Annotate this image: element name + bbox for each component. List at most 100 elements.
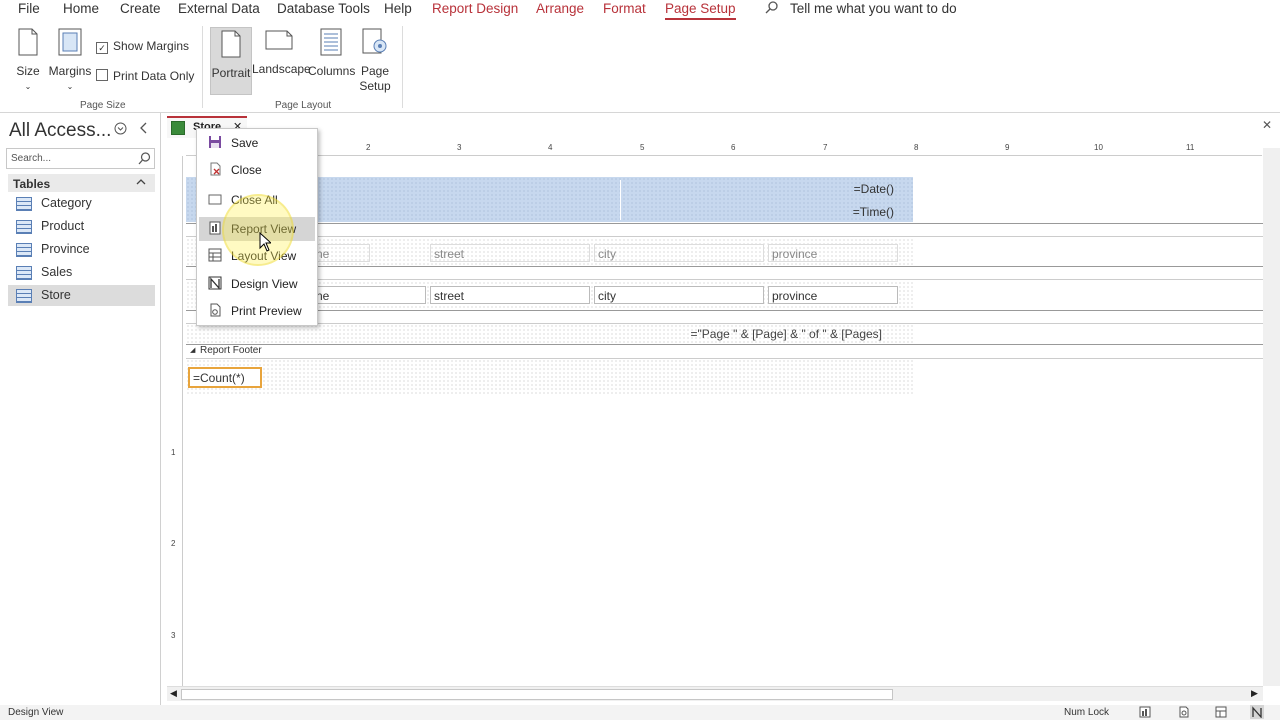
close-document-icon xyxy=(208,162,222,176)
close-document-icon[interactable]: ✕ xyxy=(1262,118,1272,132)
report-view-icon[interactable] xyxy=(1139,706,1151,721)
group-separator xyxy=(402,26,403,108)
province-label[interactable]: province xyxy=(768,244,898,262)
vertical-ruler: 1 2 3 xyxy=(166,156,183,686)
page-setup-button[interactable]: Page Setup xyxy=(356,28,394,94)
page-size-icon xyxy=(14,28,42,60)
table-icon xyxy=(16,197,32,211)
tab-file[interactable]: File xyxy=(18,1,40,16)
design-view-icon[interactable] xyxy=(1250,705,1264,719)
portrait-button[interactable]: Portrait xyxy=(210,27,252,95)
dropdown-circle-icon[interactable] xyxy=(114,122,127,138)
tab-create[interactable]: Create xyxy=(120,1,161,16)
menu-item-design-view[interactable]: Design View xyxy=(199,272,315,296)
page-size-group-label: Page Size xyxy=(80,100,126,111)
size-button[interactable]: Size ⌄ xyxy=(14,28,42,94)
table-icon xyxy=(16,243,32,257)
tab-home[interactable]: Home xyxy=(63,1,99,16)
layout-view-icon xyxy=(208,248,222,262)
report-footer-section-bar[interactable]: ◢ Report Footer xyxy=(186,344,1264,359)
tell-me-box[interactable]: Tell me what you want to do xyxy=(790,1,957,16)
name-textbox[interactable]: ne xyxy=(312,286,426,304)
tab-arrange[interactable]: Arrange xyxy=(536,1,584,16)
navigation-pane: All Access... Search... Tables Category … xyxy=(0,113,161,705)
mouse-pointer-icon xyxy=(259,231,273,255)
horizontal-ruler: 2 3 4 5 6 7 8 9 10 11 xyxy=(186,139,1262,156)
nav-item-product[interactable]: Product xyxy=(8,216,155,237)
print-preview-icon xyxy=(208,303,222,317)
search-icon xyxy=(138,152,151,168)
menu-item-save[interactable]: Save xyxy=(199,131,315,155)
street-label[interactable]: street xyxy=(430,244,590,262)
page-setup-icon xyxy=(356,28,394,60)
num-lock-indicator: Num Lock xyxy=(1064,707,1110,718)
report-view-icon xyxy=(208,221,222,235)
vertical-scrollbar[interactable] xyxy=(1263,148,1280,686)
columns-icon xyxy=(308,28,354,60)
detail-section-bar[interactable] xyxy=(186,266,1264,280)
band-divider xyxy=(620,180,621,220)
save-icon xyxy=(208,135,222,149)
nav-item-province[interactable]: Province xyxy=(8,239,155,260)
nav-pane-title[interactable]: All Access... xyxy=(9,120,111,142)
checkbox-unchecked-icon xyxy=(96,69,108,81)
tab-database-tools[interactable]: Database Tools xyxy=(277,1,370,16)
page-header-section-bar[interactable] xyxy=(186,223,1264,237)
tab-report-design[interactable]: Report Design xyxy=(432,1,518,16)
horizontal-scrollbar[interactable]: ◀ ▶ xyxy=(167,686,1263,701)
design-view-icon xyxy=(208,276,222,290)
scrollbar-thumb[interactable] xyxy=(181,689,893,700)
status-bar: Design View Num Lock xyxy=(0,705,1280,720)
scroll-left-icon[interactable]: ◀ xyxy=(170,688,177,699)
report-icon xyxy=(171,121,185,135)
portrait-page-icon xyxy=(211,30,251,62)
tab-help[interactable]: Help xyxy=(384,1,412,16)
scroll-right-icon[interactable]: ▶ xyxy=(1251,688,1258,699)
street-textbox[interactable]: street xyxy=(430,286,590,304)
tables-section-header[interactable]: Tables xyxy=(8,174,155,192)
ribbon-tab-bar: File Home Create External Data Database … xyxy=(0,0,1280,20)
landscape-page-icon xyxy=(252,30,306,54)
layout-view-icon[interactable] xyxy=(1215,706,1227,721)
landscape-button[interactable]: Landscape xyxy=(252,30,311,77)
name-label[interactable]: ne xyxy=(312,244,370,262)
print-preview-icon[interactable] xyxy=(1178,706,1190,721)
time-textbox[interactable]: =Time() xyxy=(826,203,898,221)
status-view-name: Design View xyxy=(8,707,64,718)
tab-format[interactable]: Format xyxy=(603,1,646,16)
table-icon xyxy=(16,266,32,280)
lightbulb-search-icon xyxy=(765,1,779,18)
group-separator xyxy=(202,26,203,108)
count-textbox[interactable]: =Count(*) xyxy=(188,367,262,388)
city-label[interactable]: city xyxy=(594,244,764,262)
columns-button[interactable]: Columns xyxy=(308,28,355,79)
search-input[interactable]: Search... xyxy=(6,148,155,169)
cursor-highlight xyxy=(224,196,292,264)
menu-item-close[interactable]: Close xyxy=(199,158,315,182)
date-textbox[interactable]: =Date() xyxy=(826,180,898,198)
table-icon xyxy=(16,289,32,303)
tab-page-setup[interactable]: Page Setup xyxy=(665,1,736,20)
margins-icon xyxy=(48,28,92,60)
folder-icon xyxy=(208,192,222,206)
nav-item-sales[interactable]: Sales xyxy=(8,262,155,283)
table-icon xyxy=(16,220,32,234)
province-textbox[interactable]: province xyxy=(768,286,898,304)
page-number-textbox[interactable]: ="Page " & [Page] & " of " & [Pages] xyxy=(670,325,886,343)
print-data-only-checkbox[interactable]: Print Data Only xyxy=(96,69,194,83)
tab-external-data[interactable]: External Data xyxy=(178,1,260,16)
section-arrow-icon: ◢ xyxy=(190,347,196,354)
report-footer-band[interactable] xyxy=(186,359,913,396)
nav-item-category[interactable]: Category xyxy=(8,193,155,214)
ribbon: Size ⌄ Margins ⌄ ✓ Show Margins Print Dat… xyxy=(0,20,1280,113)
chevron-up-icon xyxy=(136,176,146,190)
page-footer-section-bar[interactable] xyxy=(186,310,1264,324)
checkbox-checked-icon: ✓ xyxy=(96,42,108,54)
collapse-pane-icon[interactable] xyxy=(139,122,149,137)
menu-item-print-preview[interactable]: Print Preview xyxy=(199,299,315,323)
margins-button[interactable]: Margins ⌄ xyxy=(48,28,92,94)
nav-item-store[interactable]: Store xyxy=(8,285,155,306)
show-margins-checkbox[interactable]: ✓ Show Margins xyxy=(96,39,189,54)
city-textbox[interactable]: city xyxy=(594,286,764,304)
page-layout-group-label: Page Layout xyxy=(275,100,332,111)
